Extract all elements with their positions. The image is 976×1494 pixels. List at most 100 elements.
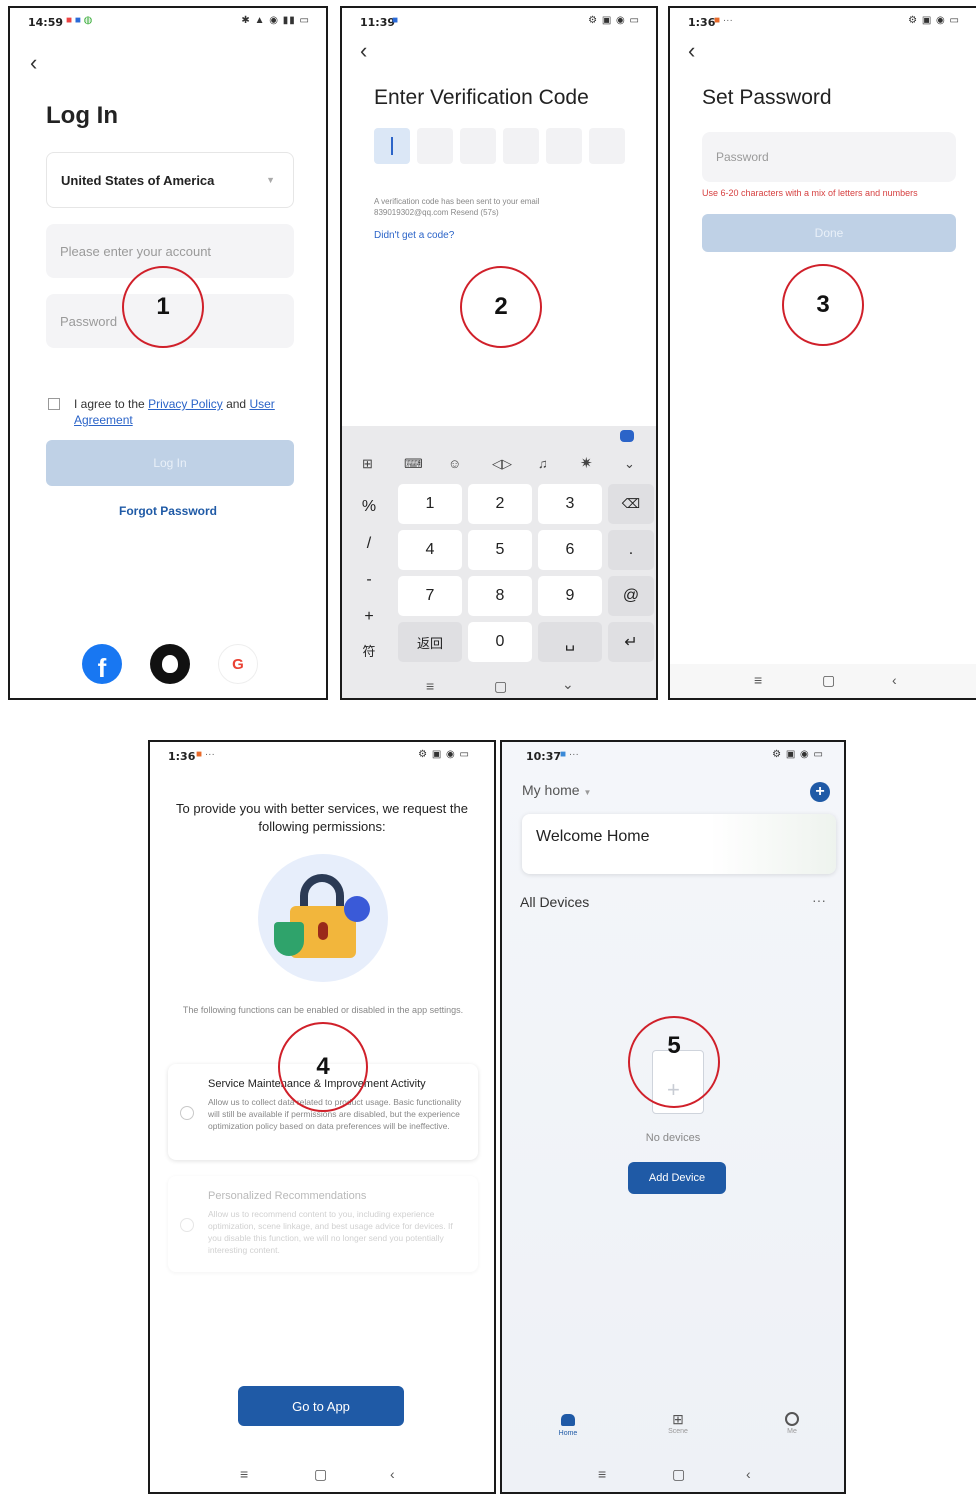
grid-icon[interactable]: ⊞ (362, 456, 373, 472)
emoji-icon[interactable]: ☺ (448, 456, 461, 471)
didnt-get-code-link[interactable]: Didn't get a code? (374, 230, 454, 241)
notification-icons: ■ ··· (196, 749, 215, 760)
tab-me[interactable]: Me (772, 1412, 812, 1435)
page-title: Log In (46, 102, 118, 129)
chevron-down-icon[interactable]: ⌄ (624, 456, 635, 472)
home-selector[interactable]: My home ▼ (522, 782, 591, 798)
notification-icons: ■ ■ ◍ (66, 15, 93, 26)
step-marker: 4 (278, 1022, 368, 1112)
key-9[interactable]: 9 (538, 576, 602, 616)
menu-icon[interactable]: ≡ (426, 678, 434, 694)
system-icons: ⚙ ▣ ◉ ▭ (908, 15, 960, 26)
key-0[interactable]: 0 (468, 622, 532, 662)
key-5[interactable]: 5 (468, 530, 532, 570)
sent-message: A verification code has been sent to you… (374, 197, 540, 217)
password-input[interactable]: Password (702, 132, 956, 182)
more-icon[interactable]: ··· (812, 892, 826, 908)
key-6[interactable]: 6 (538, 530, 602, 570)
code-box[interactable] (503, 128, 539, 164)
enter-icon[interactable]: ↵ (608, 622, 654, 662)
apple-icon[interactable] (150, 644, 190, 684)
country-select[interactable]: United States of America ▼ (46, 152, 294, 208)
functions-note: The following functions can be enabled o… (182, 1005, 464, 1015)
code-box[interactable] (546, 128, 582, 164)
tab-label: Scene (668, 1428, 688, 1435)
menu-icon[interactable]: ≡ (754, 672, 762, 688)
home-nav-icon[interactable]: ▢ (494, 678, 507, 695)
status-bar: 10:37 ■ ··· ⚙ ▣ ◉ ▭ (502, 742, 844, 768)
key-percent[interactable]: % (348, 488, 390, 526)
google-icon[interactable]: G (218, 644, 258, 684)
chevron-down-icon[interactable]: ⌄ (562, 676, 574, 693)
keyboard-icon[interactable]: ⌨ (404, 456, 423, 472)
back-nav-icon[interactable]: ‹ (746, 1466, 751, 1482)
key-symbols[interactable]: 符 (348, 630, 390, 670)
grid-icon: ⊞ (672, 1411, 684, 1427)
back-icon[interactable]: ‹ (30, 52, 37, 74)
code-box[interactable] (589, 128, 625, 164)
key-7[interactable]: 7 (398, 576, 462, 616)
key-minus[interactable]: - (348, 562, 390, 598)
permission-card[interactable]: Personalized Recommendations Allow us to… (168, 1176, 478, 1272)
key-2[interactable]: 2 (468, 484, 532, 524)
mic-icon[interactable]: ♫ (538, 456, 548, 471)
tab-label: Me (787, 1428, 797, 1435)
home-nav-icon[interactable]: ▢ (672, 1466, 685, 1483)
screen-set-password: 1:36 ■ ··· ⚙ ▣ ◉ ▭ ‹ Set Password Passwo… (668, 6, 976, 700)
facebook-icon[interactable]: f (82, 644, 122, 684)
key-slash[interactable]: / (348, 526, 390, 562)
screen-home: 10:37 ■ ··· ⚙ ▣ ◉ ▭ My home ▼ + Welcome … (500, 740, 846, 1494)
notification-icons: ■ (392, 15, 399, 26)
back-icon[interactable]: ‹ (688, 40, 695, 62)
key-at[interactable]: @ (608, 576, 654, 616)
cursor-icon[interactable]: ◁▷ (492, 456, 512, 472)
code-box[interactable] (374, 128, 410, 164)
nav-bar: ≡ ▢ ‹ (150, 1458, 494, 1492)
login-button[interactable]: Log In (46, 440, 294, 486)
card-title: Personalized Recommendations (208, 1190, 367, 1202)
home-nav-icon[interactable]: ▢ (314, 1466, 327, 1483)
code-boxes[interactable] (374, 128, 630, 166)
space-icon[interactable]: ␣ (538, 622, 602, 662)
key-8[interactable]: 8 (468, 576, 532, 616)
magic-icon[interactable]: ✷ (580, 454, 593, 472)
menu-icon[interactable]: ≡ (240, 1466, 248, 1482)
tab-home[interactable]: Home (548, 1414, 588, 1437)
backspace-icon[interactable]: ⌫ (608, 484, 654, 524)
back-icon[interactable]: ‹ (360, 40, 367, 62)
tab-scene[interactable]: ⊞ Scene (658, 1412, 698, 1435)
menu-icon[interactable]: ≡ (598, 1466, 606, 1482)
code-box[interactable] (460, 128, 496, 164)
keyboard-robot-icon[interactable] (620, 430, 634, 442)
key-3[interactable]: 3 (538, 484, 602, 524)
notification-icons: ■ ··· (714, 15, 733, 26)
key-dot[interactable]: . (608, 530, 654, 570)
home-nav-icon[interactable]: ▢ (822, 672, 835, 689)
add-device-button[interactable]: Add Device (628, 1162, 726, 1194)
profile-icon (785, 1412, 799, 1426)
all-devices-label: All Devices (520, 894, 590, 910)
status-time: 1:36 (688, 16, 716, 29)
agree-checkbox[interactable] (48, 398, 60, 410)
forgot-password-link[interactable]: Forgot Password (10, 504, 326, 518)
privacy-policy-link[interactable]: Privacy Policy (148, 397, 223, 411)
permission-radio[interactable] (180, 1218, 194, 1232)
numeric-keyboard: ⊞ ⌨ ☺ ◁▷ ♫ ✷ ⌄ % / - + 符 1 2 3 ⌫ 4 5 6 .… (342, 426, 656, 698)
key-4[interactable]: 4 (398, 530, 462, 570)
back-nav-icon[interactable]: ‹ (390, 1466, 395, 1482)
code-box[interactable] (417, 128, 453, 164)
back-nav-icon[interactable]: ‹ (892, 672, 897, 688)
permission-radio[interactable] (180, 1106, 194, 1120)
key-back-cn[interactable]: 返回 (398, 622, 462, 662)
status-bar: 1:36 ■ ··· ⚙ ▣ ◉ ▭ (670, 8, 976, 34)
welcome-text: Welcome Home (536, 828, 650, 845)
no-devices-label: No devices (645, 1132, 701, 1144)
go-to-app-button[interactable]: Go to App (238, 1386, 404, 1426)
home-icon (561, 1414, 575, 1426)
done-button[interactable]: Done (702, 214, 956, 252)
system-icons: ⚙ ▣ ◉ ▭ (588, 15, 640, 26)
search-icon (344, 896, 370, 922)
status-time: 14:59 (28, 16, 64, 29)
key-1[interactable]: 1 (398, 484, 462, 524)
add-icon[interactable]: + (810, 782, 830, 802)
